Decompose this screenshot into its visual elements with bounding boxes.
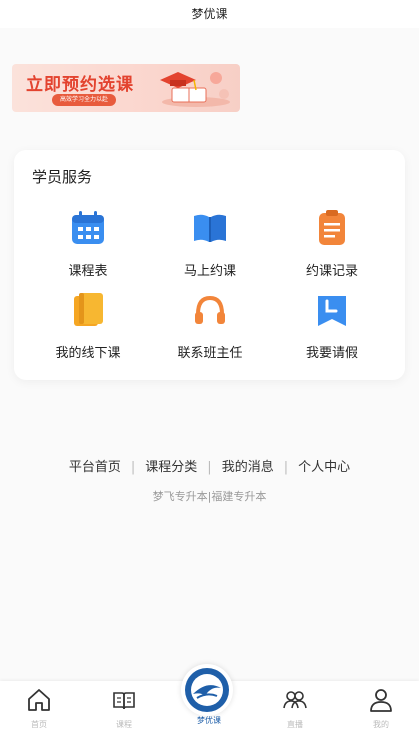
link-separator: | <box>283 460 289 475</box>
banner-subtitle: 高效学习全力以赴 <box>52 94 117 106</box>
banner-title: 立即预约选课 <box>26 75 134 95</box>
service-request-leave[interactable]: 我要请假 <box>272 290 392 361</box>
tab-home[interactable]: 首页 <box>4 687 74 730</box>
headset-icon <box>195 295 225 324</box>
service-book-class[interactable]: 马上约课 <box>150 208 270 279</box>
service-offline-classes[interactable]: 我的线下课 <box>28 290 148 361</box>
top-bar: 梦优课 <box>0 0 419 28</box>
service-label: 约课记录 <box>305 264 358 279</box>
page-title: 梦优课 <box>191 7 228 21</box>
link-separator: | <box>130 460 136 475</box>
people-icon <box>283 691 307 709</box>
home-icon <box>28 689 50 711</box>
footer-links: 平台首页 | 课程分类 | 我的消息 | 个人中心 <box>0 456 419 475</box>
bottom-tab-bar: 首页 课程 梦优课 直播 我的 <box>0 664 419 731</box>
service-booking-records[interactable]: 约课记录 <box>272 208 392 279</box>
service-schedule[interactable]: 课程表 <box>28 208 148 279</box>
notebook-icon <box>74 293 103 326</box>
service-label: 我的线下课 <box>55 346 121 361</box>
tab-profile[interactable]: 我的 <box>346 687 416 730</box>
open-book-icon <box>113 692 135 710</box>
tab-center-logo[interactable] <box>181 664 233 716</box>
services-heading: 学员服务 <box>32 168 93 186</box>
booking-banner[interactable]: 立即预约选课 高效学习全力以赴 <box>12 64 240 112</box>
user-icon <box>370 689 392 712</box>
tab-mengyouke[interactable]: 梦优课 <box>174 713 244 726</box>
footer-brand: 梦飞专升本|福建专升本 <box>152 490 267 503</box>
tab-label: 梦优课 <box>197 716 221 725</box>
link-separator: | <box>207 460 212 475</box>
book-icon <box>194 214 226 242</box>
tab-courses[interactable]: 课程 <box>89 687 159 730</box>
student-services-card: 学员服务 课程表 马上约课 约课记录 我的线下课 联系班主任 我要请假 <box>14 150 405 380</box>
calendar-icon <box>72 211 104 244</box>
tab-live[interactable]: 直播 <box>260 687 330 730</box>
clipboard-icon <box>319 210 345 245</box>
tab-label: 课程 <box>116 720 132 729</box>
service-label: 课程表 <box>68 264 108 279</box>
service-label: 联系班主任 <box>177 346 243 361</box>
service-contact-teacher[interactable]: 联系班主任 <box>150 290 270 361</box>
link-messages[interactable]: 我的消息 <box>222 460 274 475</box>
link-home[interactable]: 平台首页 <box>69 460 121 475</box>
link-categories[interactable]: 课程分类 <box>145 460 197 475</box>
service-label: 马上约课 <box>183 264 236 279</box>
graduation-cap-icon <box>160 72 230 107</box>
tab-label: 直播 <box>287 720 303 729</box>
service-label: 我要请假 <box>305 346 358 361</box>
link-profile[interactable]: 个人中心 <box>298 460 350 475</box>
tab-label: 首页 <box>31 720 47 729</box>
logo-icon <box>185 668 229 712</box>
clock-bookmark-icon <box>318 296 346 326</box>
tab-label: 我的 <box>373 720 389 729</box>
